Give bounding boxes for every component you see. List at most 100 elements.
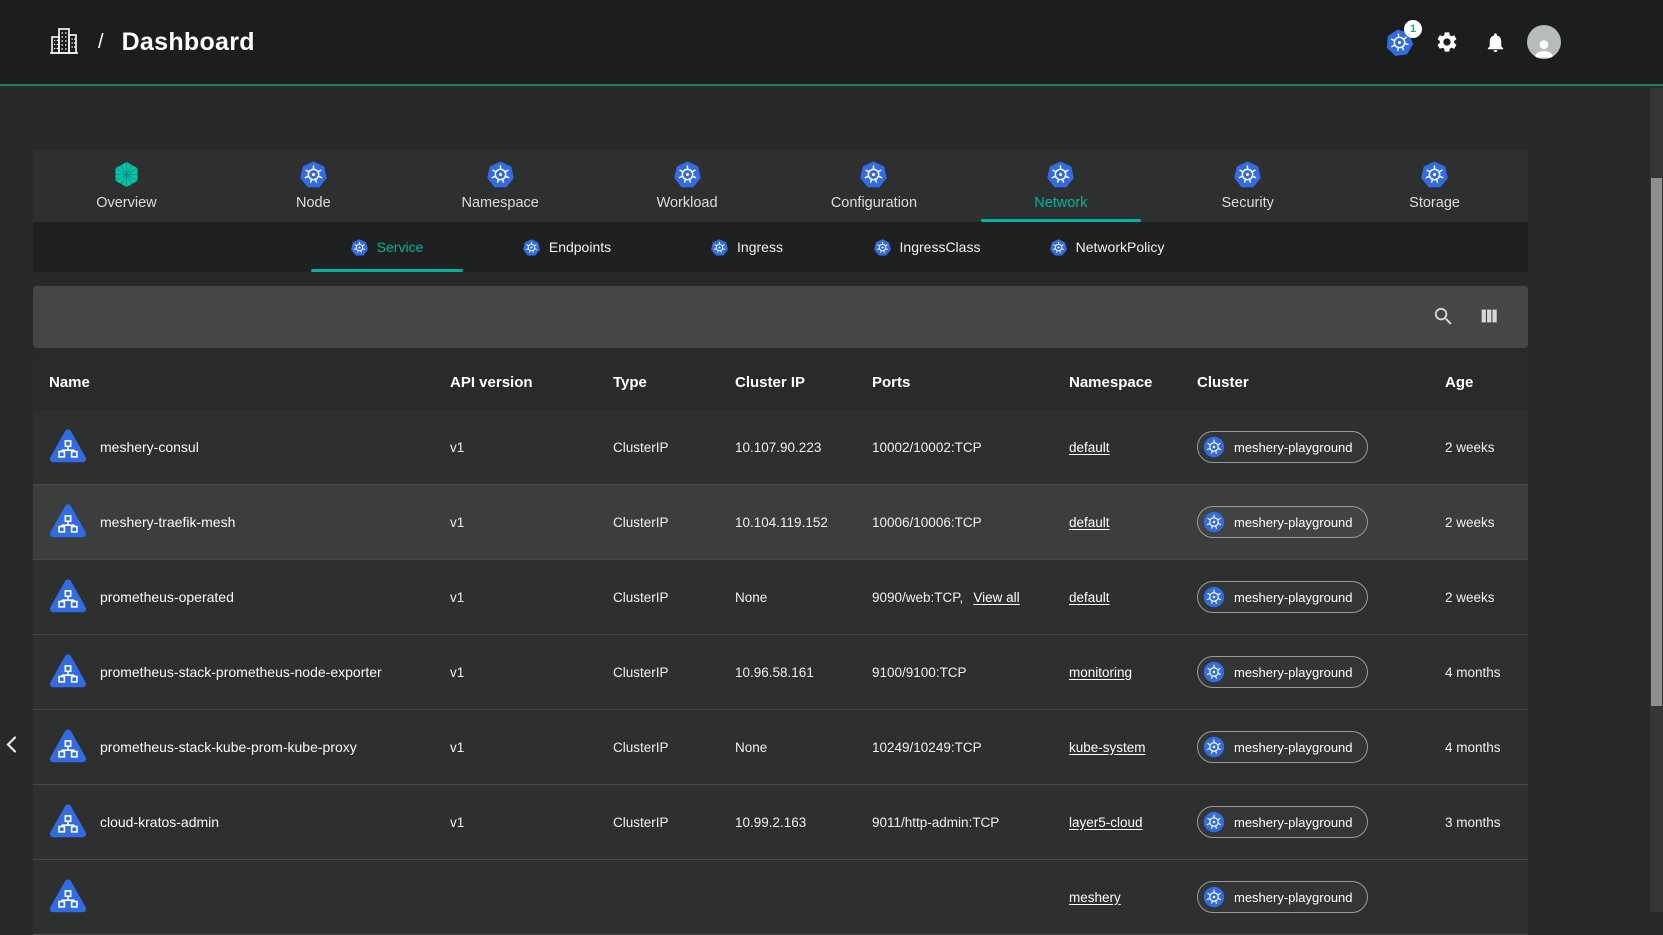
kubernetes-icon — [1203, 661, 1225, 683]
namespace-cell: default — [1069, 440, 1197, 455]
type-cell: ClusterIP — [613, 665, 735, 680]
column-header-type[interactable]: Type — [613, 374, 735, 391]
tab-label: Storage — [1409, 195, 1460, 211]
cluster-chip[interactable]: meshery-playground — [1197, 881, 1368, 913]
namespace-link[interactable]: kube-system — [1069, 740, 1146, 755]
table-row[interactable]: meshery meshery-playground — [33, 860, 1528, 935]
namespace-cell: layer5-cloud — [1069, 815, 1197, 830]
namespace-link[interactable]: layer5-cloud — [1069, 815, 1143, 830]
ports-value: 9011/http-admin:TCP — [872, 815, 999, 830]
cluster-chip[interactable]: meshery-playground — [1197, 506, 1368, 538]
api-version-cell: v1 — [450, 740, 613, 755]
table-row[interactable]: prometheus-operatedv1ClusterIPNone9090/w… — [33, 560, 1528, 635]
subtab-label: NetworkPolicy — [1076, 239, 1165, 255]
service-name[interactable]: meshery-consul — [100, 439, 199, 455]
cluster-ip-cell: 10.107.90.223 — [735, 440, 872, 455]
namespace-link[interactable]: monitoring — [1069, 665, 1132, 680]
settings-gear-icon[interactable] — [1431, 26, 1463, 58]
service-name[interactable]: prometheus-operated — [100, 589, 234, 605]
notifications-bell-icon[interactable] — [1479, 26, 1511, 58]
namespace-link[interactable]: meshery — [1069, 890, 1121, 905]
column-header-name[interactable]: Name — [49, 374, 450, 391]
table-row[interactable]: prometheus-stack-prometheus-node-exporte… — [33, 635, 1528, 710]
cluster-chip[interactable]: meshery-playground — [1197, 731, 1368, 763]
name-cell — [49, 878, 450, 916]
api-version-cell: v1 — [450, 665, 613, 680]
tab-configuration[interactable]: Configuration — [781, 150, 968, 222]
column-header-age[interactable]: Age — [1445, 374, 1528, 391]
subtab-networkpolicy[interactable]: NetworkPolicy — [1017, 222, 1197, 272]
service-name[interactable]: meshery-traefik-mesh — [100, 514, 235, 530]
cluster-chip[interactable]: meshery-playground — [1197, 656, 1368, 688]
column-header-api-version[interactable]: API version — [450, 374, 613, 391]
api-version-cell: v1 — [450, 515, 613, 530]
column-header-namespace[interactable]: Namespace — [1069, 374, 1197, 391]
api-version-cell: v1 — [450, 590, 613, 605]
cluster-ip-cell: 10.99.2.163 — [735, 815, 872, 830]
table-row[interactable]: cloud-kratos-adminv1ClusterIP10.99.2.163… — [33, 785, 1528, 860]
age-cell: 4 months — [1445, 740, 1528, 755]
page-title: Dashboard — [122, 28, 255, 57]
namespace-link[interactable]: default — [1069, 440, 1110, 455]
cluster-chip[interactable]: meshery-playground — [1197, 431, 1368, 463]
subtab-service[interactable]: Service — [297, 222, 477, 272]
service-name[interactable]: prometheus-stack-kube-prom-kube-proxy — [100, 739, 357, 755]
column-header-ports[interactable]: Ports — [872, 374, 1069, 391]
user-avatar[interactable] — [1527, 25, 1561, 59]
cluster-chip-label: meshery-playground — [1234, 590, 1353, 605]
cluster-cell: meshery-playground — [1197, 731, 1445, 763]
namespace-cell: default — [1069, 590, 1197, 605]
person-icon — [1531, 36, 1557, 59]
table-body: meshery-consulv1ClusterIP10.107.90.22310… — [33, 410, 1528, 935]
search-icon[interactable] — [1432, 305, 1456, 329]
type-cell: ClusterIP — [613, 590, 735, 605]
cluster-cell: meshery-playground — [1197, 431, 1445, 463]
cluster-cell: meshery-playground — [1197, 506, 1445, 538]
table-row[interactable]: meshery-traefik-meshv1ClusterIP10.104.11… — [33, 485, 1528, 560]
api-version-cell: v1 — [450, 440, 613, 455]
service-name[interactable]: prometheus-stack-prometheus-node-exporte… — [100, 664, 382, 680]
subtab-ingressclass[interactable]: IngressClass — [837, 222, 1017, 272]
drawer-collapse-button[interactable] — [0, 726, 22, 762]
tab-node[interactable]: Node — [220, 150, 407, 222]
kubernetes-icon — [1203, 436, 1225, 458]
view-all-ports-link[interactable]: View all — [973, 590, 1019, 605]
page-scrollbar-thumb[interactable] — [1651, 178, 1662, 706]
column-header-cluster-ip[interactable]: Cluster IP — [735, 374, 872, 391]
ports-value: 10006/10006:TCP — [872, 515, 982, 530]
cluster-chip[interactable]: meshery-playground — [1197, 806, 1368, 838]
table-toolbar — [33, 286, 1528, 348]
cluster-ip-cell: None — [735, 590, 872, 605]
age-cell: 2 weeks — [1445, 440, 1528, 455]
cluster-chip[interactable]: meshery-playground — [1197, 581, 1368, 613]
kubernetes-context-button[interactable]: 1 — [1383, 26, 1415, 58]
namespace-link[interactable]: default — [1069, 515, 1110, 530]
cluster-ip-cell: None — [735, 740, 872, 755]
subtab-endpoints[interactable]: Endpoints — [477, 222, 657, 272]
namespace-cell: kube-system — [1069, 740, 1197, 755]
service-name[interactable]: cloud-kratos-admin — [100, 814, 219, 830]
type-cell: ClusterIP — [613, 440, 735, 455]
type-cell: ClusterIP — [613, 515, 735, 530]
ports-cell: 10249/10249:TCP — [872, 740, 1069, 755]
table-row[interactable]: prometheus-stack-kube-prom-kube-proxyv1C… — [33, 710, 1528, 785]
meshery-icon — [113, 161, 140, 188]
tab-workload[interactable]: Workload — [594, 150, 781, 222]
kubernetes-service-icon — [49, 878, 87, 916]
table-row[interactable]: meshery-consulv1ClusterIP10.107.90.22310… — [33, 410, 1528, 485]
column-header-cluster[interactable]: Cluster — [1197, 374, 1445, 391]
kubernetes-icon — [1234, 161, 1261, 188]
tab-label: Configuration — [831, 195, 917, 211]
namespace-link[interactable]: default — [1069, 590, 1110, 605]
tab-overview[interactable]: Overview — [33, 150, 220, 222]
view-columns-icon[interactable] — [1478, 305, 1502, 329]
cluster-cell: meshery-playground — [1197, 881, 1445, 913]
name-cell: meshery-traefik-mesh — [49, 503, 450, 541]
subtab-ingress[interactable]: Ingress — [657, 222, 837, 272]
tab-security[interactable]: Security — [1154, 150, 1341, 222]
tab-network[interactable]: Network — [967, 150, 1154, 222]
tab-storage[interactable]: Storage — [1341, 150, 1528, 222]
tab-namespace[interactable]: Namespace — [407, 150, 594, 222]
organization-building-icon[interactable] — [48, 26, 80, 58]
cluster-chip-label: meshery-playground — [1234, 665, 1353, 680]
